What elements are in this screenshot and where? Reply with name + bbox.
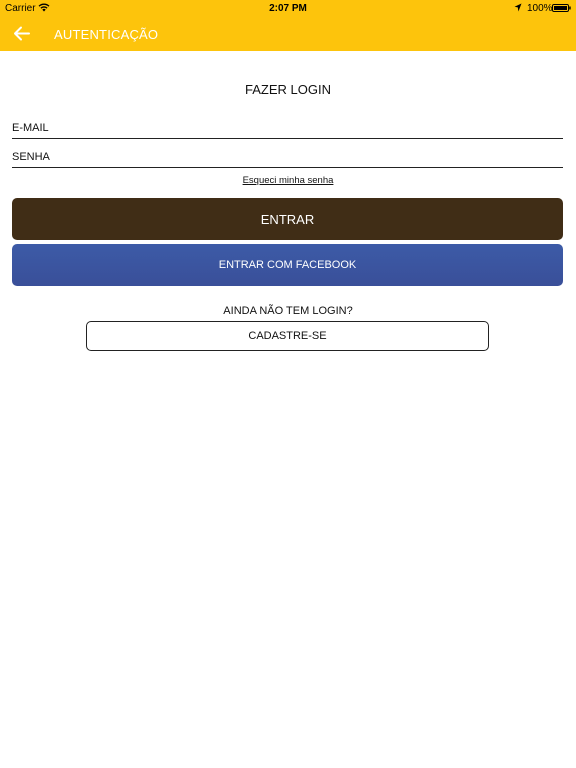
battery-icon — [552, 4, 571, 12]
battery-percentage: 100% — [527, 3, 553, 14]
status-bar: Carrier 2:07 PM 100% — [0, 0, 576, 17]
password-field[interactable] — [12, 147, 563, 168]
no-account-prompt: AINDA NÃO TEM LOGIN? — [223, 305, 353, 317]
login-heading: FAZER LOGIN — [245, 82, 331, 97]
location-arrow-icon — [514, 3, 522, 12]
arrow-left-icon[interactable] — [13, 26, 30, 41]
forgot-password-link[interactable]: Esqueci minha senha — [0, 175, 576, 186]
navigation-bar: AUTENTICAÇÃO — [0, 17, 576, 51]
signup-button[interactable]: CADASTRE-SE — [86, 321, 489, 351]
login-button[interactable]: ENTRAR — [12, 198, 563, 240]
clock: 2:07 PM — [269, 3, 307, 14]
email-field[interactable] — [12, 118, 563, 139]
facebook-login-button[interactable]: ENTRAR COM FACEBOOK — [12, 244, 563, 286]
page-title: AUTENTICAÇÃO — [54, 27, 159, 42]
